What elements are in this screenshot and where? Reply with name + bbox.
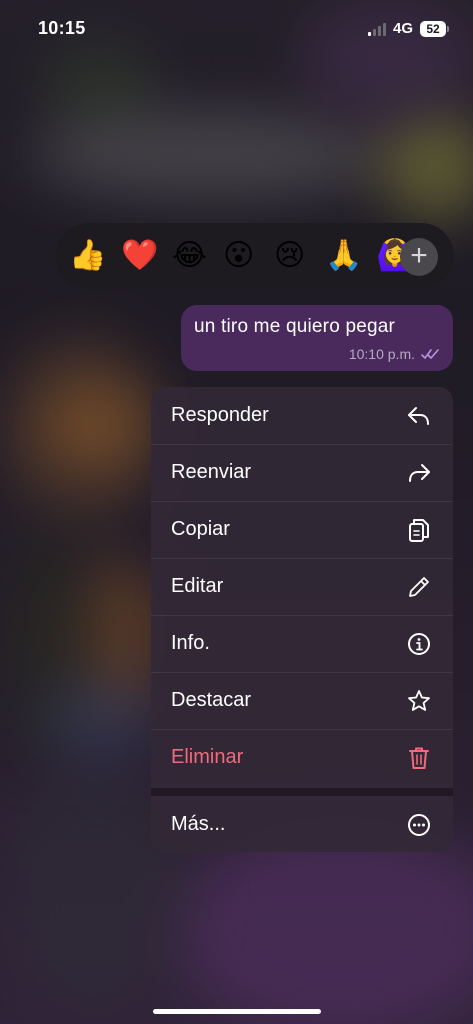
menu-item-delete[interactable]: Eliminar: [151, 729, 453, 786]
menu-item-label: Destacar: [171, 689, 252, 711]
menu-item-label: Responder: [171, 404, 269, 426]
menu-item-label: Copiar: [171, 518, 230, 540]
pencil-icon: [409, 577, 429, 597]
menu-item-copy[interactable]: Copiar: [151, 501, 453, 559]
info-icon: [408, 633, 430, 655]
menu-item-label: Eliminar: [171, 746, 244, 768]
message-text: un tiro me quiero pegar: [194, 316, 396, 337]
battery-icon: 52: [420, 21, 446, 37]
message-time: 10:10 p.m.: [348, 346, 415, 362]
reaction-crying[interactable]: 😢: [274, 238, 305, 274]
star-icon: [408, 690, 430, 711]
menu-item-info[interactable]: Info.: [151, 615, 453, 673]
copy-icon: [409, 519, 429, 542]
reaction-laughing[interactable]: 😂: [172, 238, 207, 274]
menu-item-edit[interactable]: Editar: [151, 558, 453, 616]
menu-item-label: Info.: [171, 632, 210, 654]
message-bubble[interactable]: un tiro me quiero pegar 10:10 p.m.: [181, 305, 453, 371]
battery-level: 52: [426, 22, 440, 36]
reaction-thumbs-up[interactable]: 👍: [69, 238, 106, 274]
network-type: 4G: [393, 20, 414, 37]
more-icon: [408, 814, 430, 836]
trash-icon: [409, 747, 429, 769]
forward-icon: [409, 464, 430, 482]
battery-tip: [447, 26, 449, 32]
add-reaction-button[interactable]: +: [400, 238, 438, 276]
menu-item-reply[interactable]: Responder: [151, 387, 453, 445]
menu-item-label: Reenviar: [171, 461, 252, 483]
menu-item-label: Más...: [171, 813, 226, 835]
status-bar: 10:15 4G 52: [0, 0, 473, 60]
reaction-praying-hands[interactable]: 🙏: [325, 238, 362, 274]
menu-item-more[interactable]: Más...: [151, 796, 453, 852]
reaction-surprised[interactable]: 😮: [223, 238, 254, 274]
reply-icon: [408, 407, 429, 425]
reaction-bar: 👍 ❤️ 😂 😮 😢 🙏 🙆‍♀️: [55, 223, 454, 289]
read-receipt-icon: [421, 349, 439, 359]
reaction-heart[interactable]: ❤️: [121, 238, 158, 274]
message-context-menu: Responder Reenviar Copiar Editar Info. D…: [151, 387, 453, 852]
cellular-signal-icon: [368, 23, 388, 36]
menu-item-forward[interactable]: Reenviar: [151, 444, 453, 502]
menu-item-star[interactable]: Destacar: [151, 672, 453, 730]
menu-separator: [151, 788, 453, 796]
menu-item-label: Editar: [171, 575, 224, 597]
home-indicator[interactable]: [153, 1009, 321, 1014]
status-time: 10:15: [38, 18, 86, 38]
plus-icon: +: [410, 239, 428, 272]
